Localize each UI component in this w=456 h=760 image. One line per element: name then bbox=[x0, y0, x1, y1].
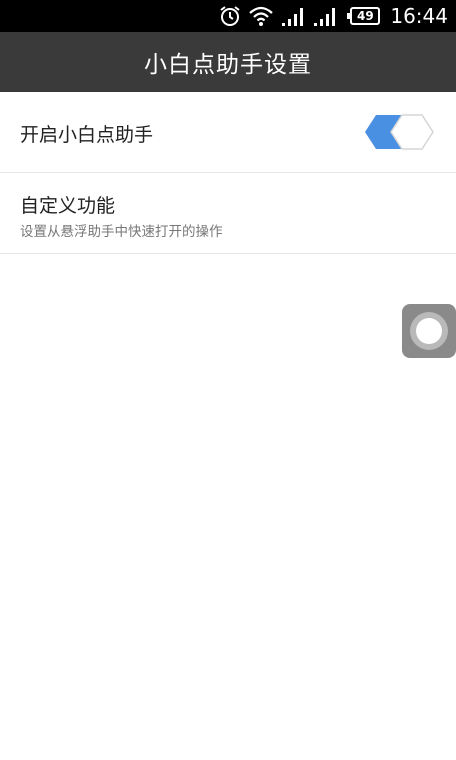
alarm-icon bbox=[218, 4, 242, 28]
action-bar: 小白点助手设置 bbox=[0, 32, 456, 92]
custom-functions-row[interactable]: 自定义功能 设置从悬浮助手中快速打开的操作 bbox=[0, 173, 456, 254]
custom-functions-subtitle: 设置从悬浮助手中快速打开的操作 bbox=[20, 224, 223, 240]
toggle-assistant-label: 开启小白点助手 bbox=[20, 124, 154, 146]
toggle-assistant-switch[interactable] bbox=[364, 114, 434, 150]
assistive-touch-dot bbox=[416, 318, 442, 344]
battery-icon: 49 bbox=[347, 7, 381, 25]
assistive-touch-icon[interactable] bbox=[402, 304, 456, 358]
signal-icon bbox=[280, 5, 306, 27]
page-title: 小白点助手设置 bbox=[144, 52, 312, 78]
assistive-touch-ring bbox=[410, 312, 448, 350]
toggle-assistant-row[interactable]: 开启小白点助手 bbox=[0, 92, 456, 173]
status-icons: 49 16:44 bbox=[218, 0, 448, 32]
custom-functions-title: 自定义功能 bbox=[20, 195, 116, 217]
signal-icon-2 bbox=[312, 5, 338, 27]
settings-list: 开启小白点助手 自定义功能 设置从悬浮助手中快速打开的操作 bbox=[0, 92, 456, 254]
status-time: 16:44 bbox=[390, 4, 448, 28]
wifi-icon bbox=[248, 5, 274, 27]
status-bar: 49 16:44 bbox=[0, 0, 456, 32]
